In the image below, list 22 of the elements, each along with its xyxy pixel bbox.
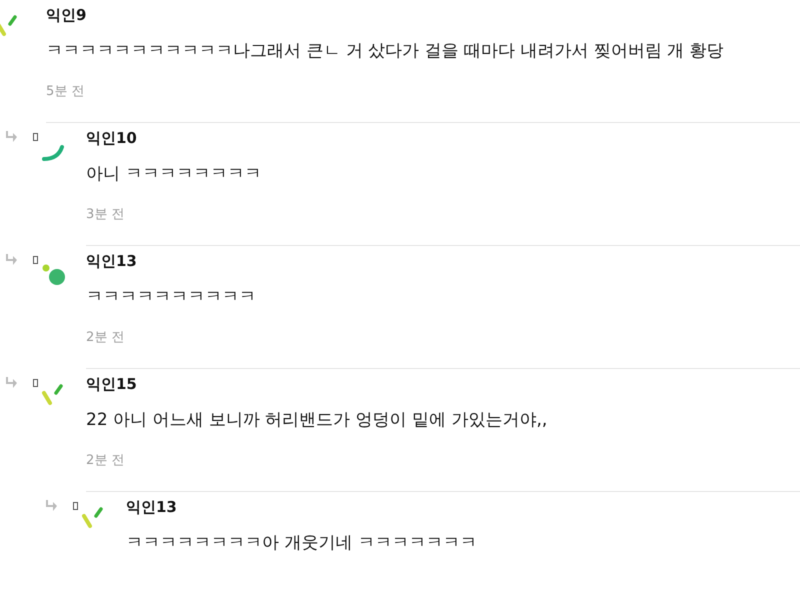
- timestamp: 5분 전: [46, 83, 84, 100]
- reply-arrow-icon: [4, 377, 18, 389]
- comment-text: 22 아니 어느새 보니까 허리밴드가 엉덩이 밑에 가있는거야,,: [86, 409, 548, 431]
- reply-arrow-icon: [4, 254, 18, 266]
- marker-icon: [33, 133, 38, 141]
- marker-icon: [33, 256, 38, 264]
- author-name: 익인13: [126, 498, 177, 517]
- marker-icon: [73, 502, 78, 510]
- timestamp: 2분 전: [86, 452, 124, 469]
- comment-text: 아니 ㅋㅋㅋㅋㅋㅋㅋㅋ: [86, 163, 262, 185]
- author-name: 익인9: [46, 6, 86, 25]
- timestamp: 3분 전: [86, 206, 124, 223]
- author-name: 익인13: [86, 252, 137, 271]
- author-name: 익인15: [86, 375, 137, 394]
- reply-arrow-icon: [44, 500, 58, 512]
- reply-arrow-icon: [4, 131, 18, 143]
- marker-icon: [33, 379, 38, 387]
- comment-text: ㅋㅋㅋㅋㅋㅋㅋㅋ아 개웃기네 ㅋㅋㅋㅋㅋㅋㅋ: [126, 532, 478, 554]
- timestamp: 2분 전: [86, 329, 124, 346]
- comment-text: ㅋㅋㅋㅋㅋㅋㅋㅋㅋㅋㅋ나그래서 큰ㄴ 거 샀다가 걸을 때마다 내려가서 찢어버림 개 황당: [46, 40, 725, 62]
- comment-text: ㅋㅋㅋㅋㅋㅋㅋㅋㅋㅋ: [86, 286, 257, 308]
- author-name: 익인10: [86, 129, 137, 148]
